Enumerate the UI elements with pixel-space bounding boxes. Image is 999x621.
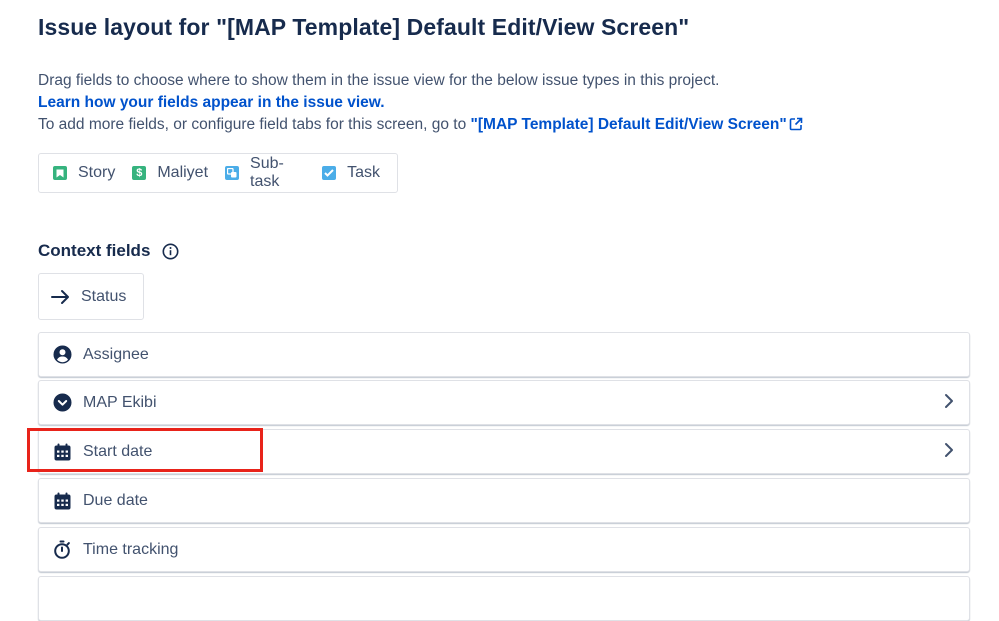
info-icon[interactable] xyxy=(162,243,179,260)
screen-link[interactable]: "[MAP Template] Default Edit/View Screen… xyxy=(471,116,787,133)
field-row-due-date[interactable]: Due date xyxy=(38,478,970,523)
dollar-icon: $ xyxy=(132,166,147,180)
issue-type-label: Task xyxy=(347,164,380,181)
field-row-map-ekibi[interactable]: MAP Ekibi xyxy=(38,380,970,425)
field-label: Due date xyxy=(83,491,148,509)
checkbox-icon xyxy=(322,166,337,180)
status-field[interactable]: Status xyxy=(38,273,144,320)
external-link-icon[interactable] xyxy=(789,117,803,136)
learn-more-link[interactable]: Learn how your fields appear in the issu… xyxy=(38,94,385,112)
chevron-right-icon[interactable] xyxy=(944,442,954,458)
field-row-next[interactable] xyxy=(38,576,970,621)
configure-screen-text: To add more fields, or configure field t… xyxy=(38,116,803,136)
story-icon xyxy=(53,166,67,180)
calendar-icon xyxy=(52,442,72,462)
calendar-icon xyxy=(52,491,72,511)
issue-type-label: Sub-task xyxy=(250,155,284,190)
issue-types-bar: Story $ Maliyet Sub-task Task xyxy=(38,153,398,193)
description-text: Drag fields to choose where to show them… xyxy=(38,72,720,89)
issue-type-story[interactable]: Story xyxy=(53,164,115,182)
status-label: Status xyxy=(81,287,127,305)
issue-type-label: Maliyet xyxy=(157,164,209,181)
user-avatar-icon xyxy=(52,345,72,365)
context-fields-title: Context fields xyxy=(38,241,151,260)
chevron-right-icon[interactable] xyxy=(944,393,954,409)
page-title: Issue layout for "[MAP Template] Default… xyxy=(38,14,690,40)
field-row-assignee[interactable]: Assignee xyxy=(38,332,970,377)
field-row-time-tracking[interactable]: Time tracking xyxy=(38,527,970,572)
field-label: MAP Ekibi xyxy=(83,393,157,411)
context-fields-heading: Context fields xyxy=(38,241,179,261)
issue-type-maliyet[interactable]: $ Maliyet xyxy=(132,164,208,182)
arrow-right-icon xyxy=(51,289,71,305)
issue-type-subtask[interactable]: Sub-task xyxy=(225,155,305,191)
field-label: Assignee xyxy=(83,345,149,363)
field-row-start-date[interactable]: Start date xyxy=(38,429,970,474)
subtask-icon xyxy=(225,166,240,180)
field-label: Start date xyxy=(83,442,153,460)
stopwatch-icon xyxy=(52,540,72,560)
issue-type-label: Story xyxy=(78,164,116,181)
issue-type-task[interactable]: Task xyxy=(322,164,380,182)
field-label: Time tracking xyxy=(83,540,179,558)
configure-screen-prefix: To add more fields, or configure field t… xyxy=(38,116,471,133)
dropdown-circle-icon xyxy=(52,393,72,413)
